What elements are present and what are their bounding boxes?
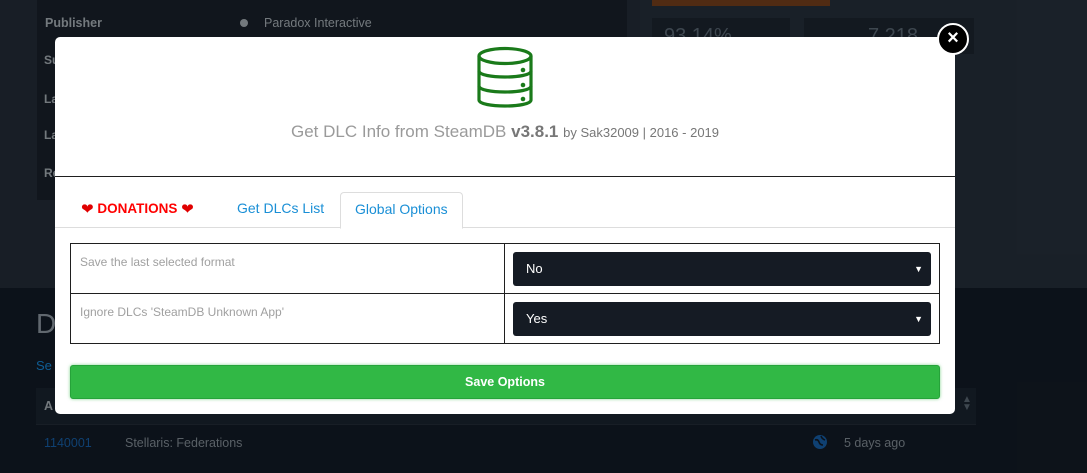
modal-header: Get DLC Info from SteamDB v3.8.1 by Sak3… — [55, 37, 955, 177]
heart-icon: ❤ — [181, 201, 194, 218]
modal-title: Get DLC Info from SteamDB v3.8.1 by Sak3… — [55, 122, 955, 142]
tab-donations-label: DONATIONS — [97, 201, 178, 216]
tab-get-dlcs-list-label: Get DLCs List — [237, 200, 325, 216]
option-label: Ignore DLCs 'SteamDB Unknown App' — [70, 293, 505, 344]
tab-global-options[interactable]: Global Options — [340, 192, 463, 229]
modal-tabs: ❤ DONATIONS ❤ Get DLCs List Global Optio… — [55, 192, 955, 229]
option-row: Ignore DLCs 'SteamDB Unknown App' Yes ▼ — [70, 293, 940, 344]
version-label: v3.8.1 — [511, 122, 559, 141]
author-byline: by Sak32009 | 2016 - 2019 — [563, 125, 720, 140]
tab-donations[interactable]: ❤ DONATIONS ❤ — [67, 192, 208, 228]
options-table: Save the last selected format No ▼ Ignor… — [70, 243, 940, 344]
caret-down-icon: ▼ — [914, 314, 923, 324]
tab-global-options-label: Global Options — [355, 201, 448, 217]
select-value: Yes — [526, 311, 548, 326]
heart-icon: ❤ — [81, 201, 94, 218]
option-label: Save the last selected format — [70, 243, 505, 294]
ignore-unknown-dlcs-select[interactable]: Yes ▼ — [513, 302, 931, 336]
caret-down-icon: ▼ — [914, 264, 923, 274]
option-row: Save the last selected format No ▼ — [70, 243, 940, 294]
option-control-cell: Yes ▼ — [504, 293, 940, 344]
database-icon — [477, 46, 533, 108]
select-value: No — [526, 261, 543, 276]
tab-get-dlcs-list[interactable]: Get DLCs List — [223, 192, 338, 228]
option-control-cell: No ▼ — [504, 243, 940, 294]
app-title: Get DLC Info from SteamDB — [290, 122, 507, 141]
save-last-format-select[interactable]: No ▼ — [513, 252, 931, 286]
dlc-info-modal: Get DLC Info from SteamDB v3.8.1 by Sak3… — [55, 37, 955, 414]
close-icon[interactable]: × — [937, 23, 969, 55]
save-options-button[interactable]: Save Options — [70, 365, 940, 399]
